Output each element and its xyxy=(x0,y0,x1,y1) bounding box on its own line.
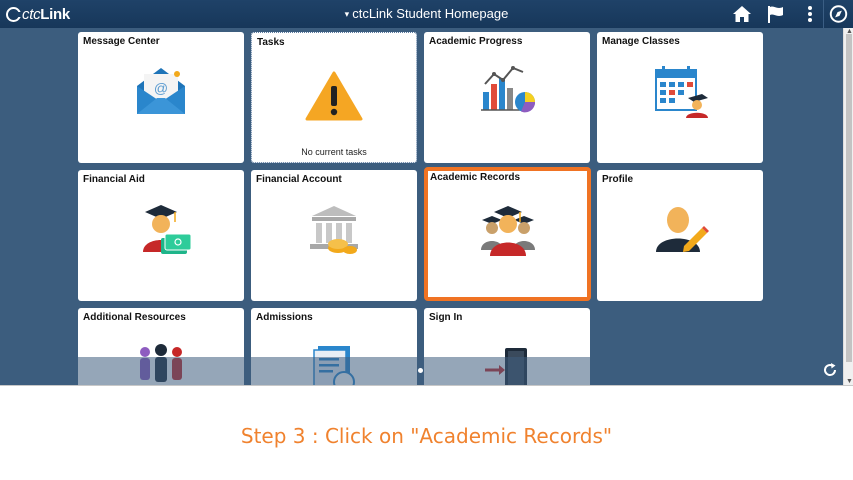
flag-icon[interactable] xyxy=(766,4,786,24)
tile-profile[interactable]: Profile xyxy=(597,170,763,301)
top-banner: ctc Link ▾ ctcLink Student Homepage xyxy=(0,0,853,28)
calendar-student-icon xyxy=(655,66,708,118)
tile-tasks[interactable]: Tasks No current tasks xyxy=(251,32,417,163)
tutorial-caption: Step 3 : Click on "Academic Records" xyxy=(0,385,853,480)
caption-text: Step 3 : Click on "Academic Records" xyxy=(240,424,613,448)
tile-title: Manage Classes xyxy=(602,36,680,47)
charts-icon xyxy=(481,66,536,113)
homepage-grid: Message Center @ Tasks No current tasks … xyxy=(0,28,843,385)
tile-manage-classes[interactable]: Manage Classes xyxy=(597,32,763,163)
carousel-shade xyxy=(78,357,590,385)
profile-pencil-icon xyxy=(656,207,709,252)
scroll-down-icon[interactable]: ▼ xyxy=(846,378,853,385)
tasks-status-text: No current tasks xyxy=(301,147,367,157)
more-options-icon[interactable] xyxy=(800,4,820,24)
tile-title: Academic Records xyxy=(430,172,521,183)
tile-title: Tasks xyxy=(257,37,285,48)
navbar-compass-icon[interactable] xyxy=(823,0,853,28)
tile-financial-account[interactable]: Financial Account xyxy=(251,170,417,301)
page-title[interactable]: ▾ ctcLink Student Homepage xyxy=(0,6,853,21)
tile-title: Additional Resources xyxy=(83,312,186,323)
vertical-scrollbar[interactable]: ▲ ▼ xyxy=(843,28,853,385)
home-icon[interactable] xyxy=(732,4,752,24)
tile-message-center[interactable]: Message Center @ xyxy=(78,32,244,163)
tile-financial-aid[interactable]: Financial Aid xyxy=(78,170,244,301)
tile-academic-records[interactable]: Academic Records xyxy=(424,167,591,301)
tile-title: Academic Progress xyxy=(429,36,523,47)
svg-text:@: @ xyxy=(154,80,168,96)
graduates-group-icon xyxy=(480,206,535,256)
envelope-icon: @ xyxy=(137,68,185,114)
chevron-down-icon: ▾ xyxy=(344,9,350,19)
tile-title: Message Center xyxy=(83,36,160,47)
tile-academic-progress[interactable]: Academic Progress xyxy=(424,32,590,163)
refresh-icon[interactable] xyxy=(821,361,839,379)
tile-title: Financial Aid xyxy=(83,174,145,185)
scrollbar-thumb[interactable] xyxy=(846,34,852,362)
tile-title: Profile xyxy=(602,174,634,185)
page-indicator-dot[interactable] xyxy=(418,368,423,373)
warning-icon xyxy=(305,71,363,121)
tile-title: Admissions xyxy=(256,312,313,323)
tile-title: Sign In xyxy=(429,312,463,323)
tile-title: Financial Account xyxy=(256,174,342,185)
graduate-money-icon xyxy=(143,205,191,254)
bank-coins-icon xyxy=(310,206,358,254)
page-title-text: ctcLink Student Homepage xyxy=(352,6,509,21)
